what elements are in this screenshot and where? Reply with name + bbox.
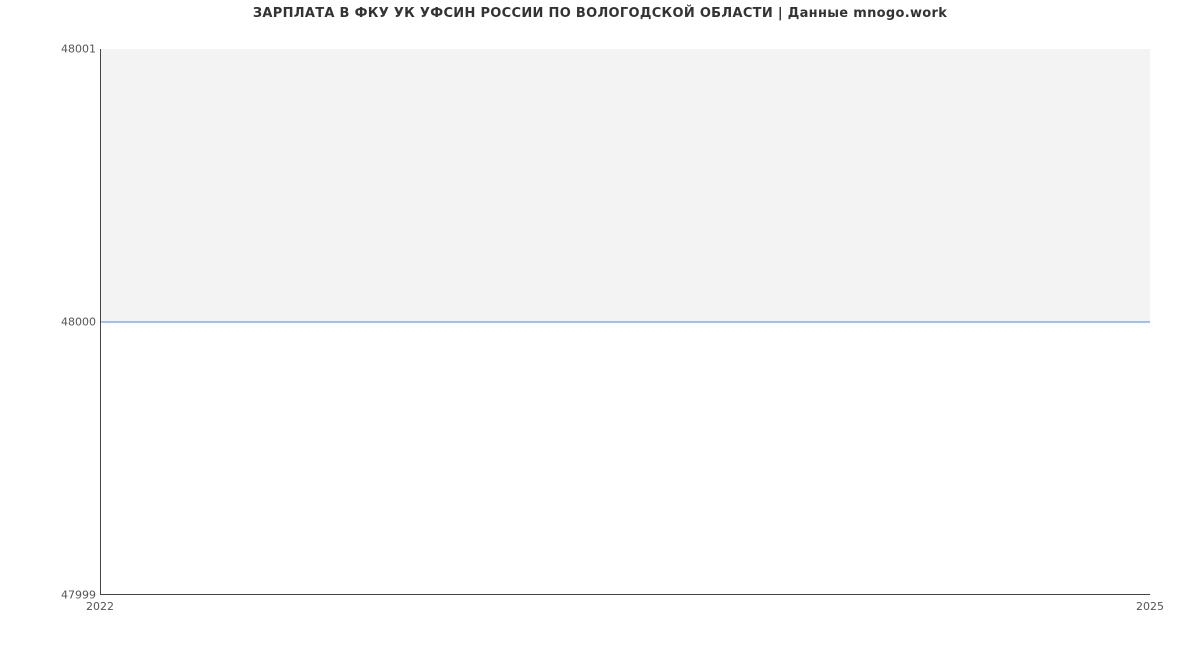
x-tick-label: 2025: [1136, 600, 1164, 613]
y-tick-label: 48000: [61, 316, 96, 329]
plot-area: [100, 49, 1150, 595]
x-tick-label: 2022: [86, 600, 114, 613]
salary-chart: ЗАРПЛАТА В ФКУ УК УФСИН РОССИИ ПО ВОЛОГО…: [0, 0, 1200, 650]
chart-title: ЗАРПЛАТА В ФКУ УК УФСИН РОССИИ ПО ВОЛОГО…: [0, 6, 1200, 21]
plot-band-upper: [101, 49, 1150, 322]
data-series-line: [101, 321, 1150, 322]
y-tick-label: 48001: [61, 43, 96, 56]
